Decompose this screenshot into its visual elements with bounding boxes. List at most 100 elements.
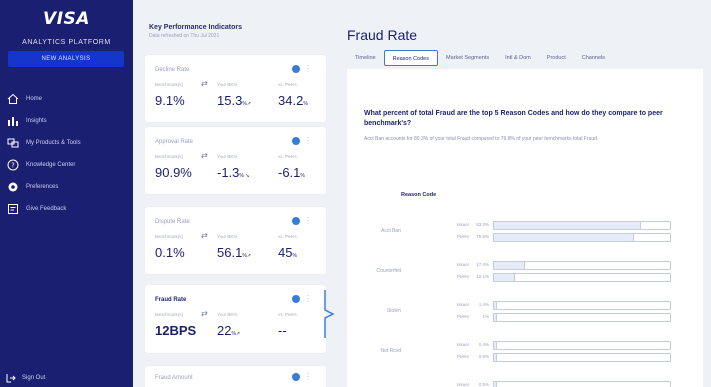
bar-row-peers: Peers 0.5%: [457, 352, 697, 363]
settings-icon: [6, 180, 20, 194]
tab-market-segments[interactable]: Market Segments: [438, 50, 497, 66]
reason-code-header: Reason Code: [401, 192, 437, 198]
bar-track: [493, 233, 671, 242]
tab-intl-dom[interactable]: Intl & Dom: [497, 50, 539, 66]
sidebar-item-insights[interactable]: Insights: [0, 110, 133, 132]
visa-logo[interactable]: VISA: [0, 9, 133, 29]
bar-fill: [494, 354, 497, 361]
kpi-value-number: -1.3: [217, 165, 240, 180]
info-icon[interactable]: [292, 295, 300, 303]
bar-track: [493, 313, 671, 322]
tab-reason-codes[interactable]: Reason Codes: [383, 50, 438, 66]
more-icon[interactable]: ⋮: [304, 136, 312, 145]
bar-row-peers: Peers 79.8%: [457, 232, 697, 243]
swap-icon: ⇄: [201, 79, 208, 88]
vs-peers-label: vs. Peers: [278, 234, 297, 239]
vs-peers-label: vs. Peers: [278, 82, 297, 87]
bar-track: [493, 353, 671, 362]
series-label: Issuer: [457, 342, 470, 347]
tab-timeline[interactable]: Timeline: [347, 50, 384, 66]
kpi-card-name: Approval Rate: [155, 139, 194, 145]
bar-row-peers: Peers 12.1%: [457, 272, 697, 283]
sidebar-nav: Home Insights My Products & Tools ? Know…: [0, 88, 133, 220]
more-icon[interactable]: ⋮: [304, 64, 312, 73]
sidebar-item-products[interactable]: My Products & Tools: [0, 132, 133, 154]
info-icon[interactable]: [292, 65, 300, 73]
bar-track: [493, 381, 671, 387]
kpi-value-number: 56.1: [217, 245, 243, 260]
kpi-card-name: Dispute Rate: [155, 219, 190, 225]
kpi-title: Key Performance Indicators: [149, 24, 242, 31]
kpi-value: 9.1%: [155, 93, 185, 108]
bar-track: [493, 221, 671, 230]
kpi-card-fraud-amount[interactable]: Fraud Amount ⋮: [145, 366, 326, 387]
sidebar-item-label: My Products & Tools: [26, 140, 81, 146]
bar-value: 12.1%: [476, 274, 489, 279]
kpi-card-dispute-rate[interactable]: Dispute Rate ⋮ Benchmark(s) Your BK% vs.…: [145, 207, 326, 274]
sidebar-item-label: Insights: [26, 118, 47, 124]
kpi-card-approval-rate[interactable]: Approval Rate ⋮ Benchmark(s) Your BK% vs…: [145, 127, 326, 194]
svg-text:?: ?: [11, 162, 15, 170]
bar-value: 0.5%: [478, 382, 489, 387]
your-bk-label: Your BK%: [217, 312, 238, 317]
info-icon[interactable]: [292, 373, 300, 381]
sidebar-item-knowledge[interactable]: ? Knowledge Center: [0, 154, 133, 176]
more-icon[interactable]: ⋮: [304, 372, 312, 381]
series-label: Peers: [457, 354, 469, 359]
series-label: Issuer: [457, 222, 470, 227]
bar-row-issuer: Issuer 0.5%: [457, 380, 697, 387]
bar-value: 17.4%: [476, 262, 489, 267]
benchmark-label: Benchmark(s): [155, 234, 184, 239]
kpi-value-unit: %↗: [231, 331, 241, 337]
sign-out-link[interactable]: Sign Out: [6, 373, 45, 383]
kpi-value-bk: -1.3% ↘: [217, 165, 249, 180]
kpi-value-peers: 34.2%: [278, 93, 308, 108]
bar-row-peers: Peers 1%: [457, 312, 697, 323]
products-icon: [6, 136, 20, 150]
info-icon[interactable]: [292, 217, 300, 225]
kpi-value: 90.9%: [155, 165, 192, 180]
tab-channels[interactable]: Channels: [574, 50, 613, 66]
panel-tabs: Timeline Reason Codes Market Segments In…: [347, 49, 701, 67]
kpi-card-decline-rate[interactable]: Decline Rate ⋮ Benchmark(s) Your BK% vs.…: [145, 55, 326, 122]
kpi-column: Key Performance Indicators Data refreshe…: [133, 0, 333, 387]
sidebar-item-preferences[interactable]: Preferences: [0, 176, 133, 198]
your-bk-label: Your BK%: [217, 154, 238, 159]
more-icon[interactable]: ⋮: [304, 216, 312, 225]
tab-product[interactable]: Product: [539, 50, 574, 66]
brand: VISA ANALYTICS PLATFORM: [0, 0, 133, 46]
sidebar-item-label: Preferences: [26, 184, 59, 190]
sign-out-icon: [6, 373, 16, 383]
bar-row-issuer: Issuer 1.4%: [457, 300, 697, 311]
bar-track: [493, 273, 671, 282]
more-icon[interactable]: ⋮: [304, 294, 312, 303]
vs-peers-label: vs. Peers: [278, 154, 297, 159]
reason-code-label: Acct Ban: [380, 228, 401, 234]
kpi-card-fraud-rate[interactable]: Fraud Rate ⋮ Benchmark(s) Your BK% vs. P…: [145, 285, 326, 353]
reason-code-group: Counterfeit Issuer 17.4% Peers 12.1%: [347, 260, 703, 284]
bar-track: [493, 261, 671, 270]
bar-value: 1%: [482, 314, 489, 319]
reason-code-group: Acct Ban Issuer 83.3% Peers 79.8%: [347, 220, 703, 244]
kpi-value-number: 34.2: [278, 93, 304, 108]
analysis-question: What percent of total Fraud are the top …: [364, 110, 663, 128]
kpi-value-bk: 22%↗: [217, 323, 240, 338]
sidebar-item-label: Give Feedback: [26, 206, 67, 212]
sidebar-item-feedback[interactable]: Give Feedback: [0, 198, 133, 220]
benchmark-label: Benchmark(s): [155, 312, 184, 317]
platform-name: ANALYTICS PLATFORM: [22, 39, 111, 46]
insights-icon: [6, 114, 20, 128]
new-analysis-button[interactable]: NEW ANALYSIS: [8, 51, 124, 67]
kpi-value-bk: 56.1%↗: [217, 245, 251, 260]
bar-row-issuer: Issuer 83.3%: [457, 220, 697, 231]
bar-value: 0.5%: [478, 354, 489, 359]
info-icon[interactable]: [292, 137, 300, 145]
reason-code-label: Stolen: [386, 308, 401, 314]
kpi-value-unit: %: [300, 173, 305, 179]
benchmark-label: Benchmark(s): [155, 154, 184, 159]
kpi-value-peers: -6.1%: [278, 165, 305, 180]
sidebar-item-home[interactable]: Home: [0, 88, 133, 110]
sign-out-label: Sign Out: [22, 375, 46, 381]
selection-chevron-icon: [324, 290, 335, 338]
bar-fill: [494, 382, 497, 387]
